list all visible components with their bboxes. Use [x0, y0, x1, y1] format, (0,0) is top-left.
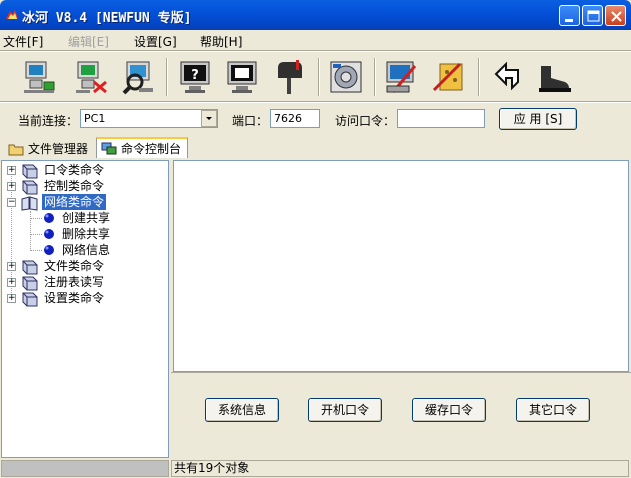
bullet-icon [44, 229, 54, 239]
port-input[interactable]: 7626 [270, 109, 320, 128]
bullet-icon [44, 245, 54, 255]
console-icon [101, 142, 117, 155]
title-bar: 冰河 V8.4 [NEWFUN 专版] [0, 0, 631, 30]
maximize-button[interactable] [582, 5, 603, 26]
maximize-icon [587, 10, 600, 22]
delete-host-button[interactable] [72, 58, 110, 96]
tree-connector [30, 211, 31, 251]
window-title: 冰河 V8.4 [NEWFUN 专版] [22, 11, 192, 26]
password-label: 访问口令： [335, 114, 396, 128]
screen-capture-icon [227, 61, 257, 93]
settings-disc-icon [330, 61, 362, 93]
search-host-button[interactable] [119, 58, 157, 96]
tools-icon [432, 62, 463, 92]
tree-expander[interactable]: + [7, 182, 16, 191]
exit-button[interactable] [535, 58, 573, 96]
add-host-icon [24, 61, 55, 93]
host-label: 当前连接： [18, 114, 79, 128]
book-icon [22, 180, 38, 195]
toolbar-separator [478, 58, 480, 96]
close-button[interactable] [605, 5, 626, 26]
tools-button[interactable] [430, 58, 468, 96]
tree-expander[interactable]: + [7, 278, 16, 287]
tab-label: 文件管理器 [28, 142, 89, 156]
chevron-down-icon [206, 117, 212, 120]
folder-icon [8, 144, 24, 156]
screen-info-button[interactable]: ? [176, 58, 214, 96]
apply-button[interactable]: 应 用 [S] [499, 108, 577, 130]
book-icon [22, 276, 38, 291]
other-password-button[interactable]: 其它口令 [516, 398, 590, 422]
book-icon [22, 292, 38, 307]
config-edit-icon [386, 61, 417, 93]
screen-info-icon: ? [180, 61, 210, 93]
tree-collapser[interactable]: − [7, 198, 16, 207]
book-icon [22, 164, 38, 179]
tree-expander[interactable]: + [7, 166, 16, 175]
add-host-button[interactable] [20, 58, 58, 96]
tree-connector [30, 250, 42, 251]
mailbox-button[interactable] [270, 58, 308, 96]
menu-edit[interactable]: 编辑[E] [68, 33, 109, 50]
close-icon [611, 11, 622, 22]
menu-separator [0, 50, 631, 52]
host-combo-dropdown[interactable] [201, 110, 217, 127]
toolbar-separator [318, 58, 320, 96]
toolbar-separator [374, 58, 376, 96]
svg-text:?: ? [191, 68, 199, 83]
status-progress [1, 460, 169, 477]
command-tree[interactable]: + 口令类命令 + 控制类命令 − 网络类命令 创建共享 删除共享 网络信息 +… [1, 160, 169, 458]
menu-settings[interactable]: 设置[G] [134, 33, 177, 50]
screen-capture-button[interactable] [223, 58, 261, 96]
toolbar-separator-line [0, 101, 631, 103]
tree-expander[interactable]: + [7, 294, 16, 303]
minimize-icon [565, 19, 573, 22]
boot-password-button[interactable]: 开机口令 [308, 398, 382, 422]
tab-command-console[interactable]: 命令控制台 [96, 137, 188, 158]
system-info-button[interactable]: 系统信息 [205, 398, 279, 422]
tree-connector [30, 218, 42, 219]
minimize-button[interactable] [559, 5, 580, 26]
mailbox-icon [278, 60, 302, 94]
output-area[interactable] [173, 160, 629, 372]
tab-label: 命令控制台 [121, 142, 182, 156]
config-edit-button[interactable] [383, 58, 421, 96]
tree-expander[interactable]: + [7, 262, 16, 271]
host-combo[interactable]: PC1 [80, 109, 218, 128]
menu-bar: 文件[F] 编辑[E] 设置[G] 帮助[H] [0, 30, 631, 50]
open-book-icon [21, 196, 38, 211]
port-label: 端口： [232, 114, 269, 128]
tab-strip: 文件管理器 命令控制台 [0, 137, 631, 159]
settings-disc-button[interactable] [327, 58, 365, 96]
password-input[interactable] [397, 109, 485, 128]
cached-password-button[interactable]: 缓存口令 [412, 398, 486, 422]
app-icon [6, 10, 18, 19]
tree-connector [30, 234, 42, 235]
back-button[interactable] [488, 58, 526, 96]
search-host-icon [122, 61, 153, 95]
tab-file-manager[interactable]: 文件管理器 [4, 139, 94, 160]
menu-file[interactable]: 文件[F] [3, 33, 43, 50]
book-icon [22, 260, 38, 275]
back-arrow-icon [494, 61, 519, 91]
menu-help[interactable]: 帮助[H] [200, 33, 242, 50]
exit-boot-icon [539, 66, 571, 92]
bullet-icon [44, 213, 54, 223]
delete-host-icon [76, 61, 107, 94]
toolbar-separator [166, 58, 168, 96]
status-text: 共有19个对象 [171, 460, 629, 477]
